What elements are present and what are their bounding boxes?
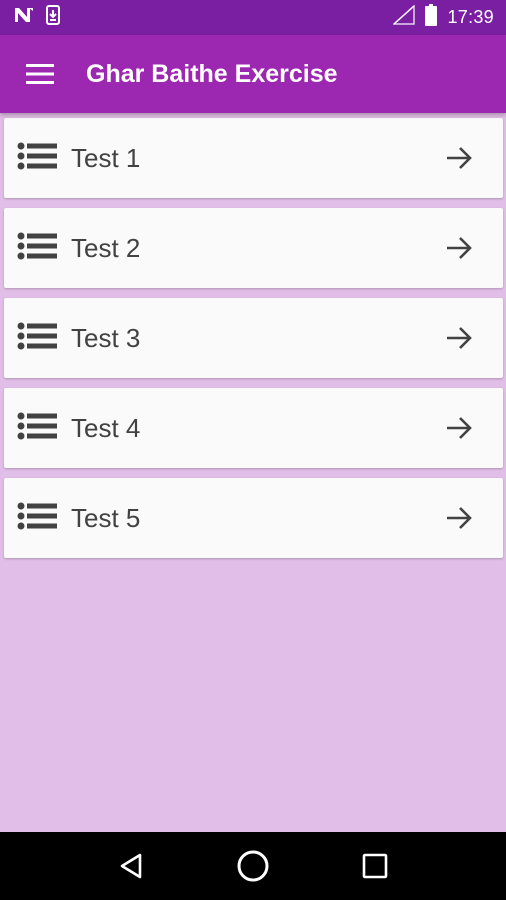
item-label: Test 4 — [71, 412, 141, 443]
recents-icon[interactable] — [355, 846, 395, 886]
list-bullets-icon — [17, 412, 57, 444]
list-bullets-icon — [17, 502, 57, 534]
n-notification-icon — [14, 7, 34, 28]
list-bullets-icon — [17, 142, 57, 174]
list-bullets-icon — [17, 322, 57, 354]
app-bar: Ghar Baithe Exercise — [0, 35, 506, 113]
arrow-right-icon[interactable] — [445, 234, 473, 262]
app-title: Ghar Baithe Exercise — [86, 59, 338, 88]
item-label: Test 2 — [71, 232, 141, 263]
list-bullets-icon — [17, 232, 57, 264]
status-bar: 17:39 — [0, 0, 506, 35]
list-item-test-4[interactable]: Test 4 — [4, 388, 503, 468]
list-item-test-5[interactable]: Test 5 — [4, 478, 503, 558]
hamburger-menu-icon[interactable] — [0, 35, 80, 113]
arrow-right-icon[interactable] — [445, 414, 473, 442]
navigation-bar — [0, 832, 506, 900]
battery-icon — [425, 4, 438, 31]
list-item-test-3[interactable]: Test 3 — [4, 298, 503, 378]
home-icon[interactable] — [233, 846, 273, 886]
arrow-right-icon[interactable] — [445, 144, 473, 172]
list-item-test-2[interactable]: Test 2 — [4, 208, 503, 288]
list-item-test-1[interactable]: Test 1 — [4, 118, 503, 198]
item-label: Test 3 — [71, 322, 141, 353]
signal-icon — [392, 4, 416, 30]
arrow-right-icon[interactable] — [445, 324, 473, 352]
item-label: Test 1 — [71, 142, 141, 173]
status-time: 17:39 — [447, 7, 494, 27]
arrow-right-icon[interactable] — [445, 504, 473, 532]
download-notification-icon — [46, 5, 60, 30]
item-label: Test 5 — [71, 502, 141, 533]
test-list: Test 1 Test 2 Test 3 Test 4 Test 5 — [4, 118, 503, 568]
back-icon[interactable] — [111, 846, 151, 886]
